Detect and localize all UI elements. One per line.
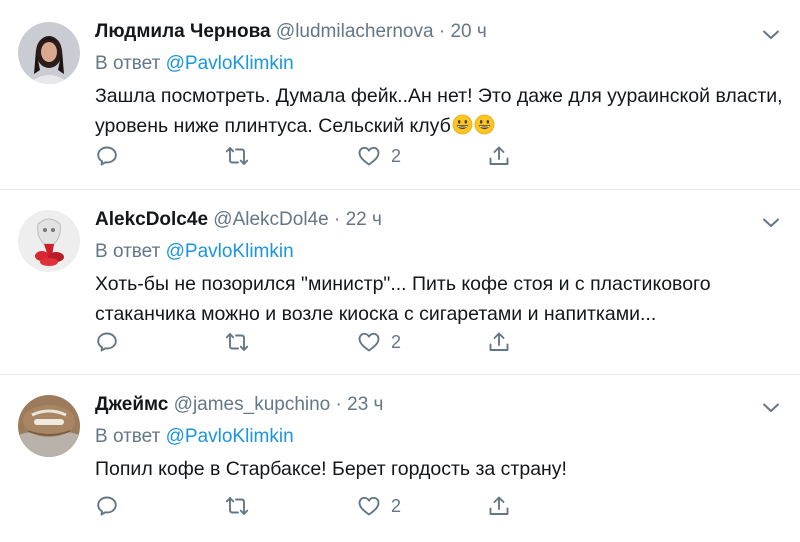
timestamp[interactable]: 23 ч	[347, 394, 383, 415]
retweet-button[interactable]	[225, 493, 249, 519]
reply-button[interactable]	[95, 329, 119, 355]
heart-icon	[357, 330, 381, 354]
tweet-text-content: Попил кофе в Старбаксе! Берет гордость з…	[95, 458, 567, 480]
share-icon	[487, 144, 511, 168]
reply-icon	[95, 494, 119, 518]
mention-link[interactable]: @PavloKlimkin	[166, 241, 294, 262]
reply-prefix: В ответ	[95, 53, 161, 74]
separator: ·	[333, 209, 341, 230]
share-button[interactable]	[487, 329, 511, 355]
share-button[interactable]	[487, 143, 511, 169]
tweet-actions: 2	[95, 143, 525, 169]
share-icon	[487, 330, 511, 354]
retweet-icon	[225, 144, 249, 168]
share-icon	[487, 494, 511, 518]
user-name[interactable]: AlekcDolc4e	[95, 209, 208, 230]
user-handle[interactable]: @AlekcDol4e	[213, 209, 328, 230]
tweet[interactable]: Людмила Чернова @ludmilachernova · 20 ч …	[0, 0, 800, 190]
chevron-down-icon[interactable]	[762, 402, 780, 414]
retweet-icon	[225, 330, 249, 354]
user-name[interactable]: Людмила Чернова	[95, 21, 271, 42]
like-count: 2	[391, 145, 402, 166]
share-button[interactable]	[487, 493, 511, 519]
mention-link[interactable]: @PavloKlimkin	[166, 53, 294, 74]
avatar[interactable]	[18, 210, 80, 272]
like-button[interactable]: 2	[357, 329, 401, 355]
reply-context: В ответ @PavloKlimkin	[95, 241, 294, 263]
like-count: 2	[391, 331, 402, 352]
tweet-text: Зашла посмотреть. Думала фейк..Ан нет! Э…	[95, 81, 785, 141]
tweet-actions: 2	[95, 493, 525, 519]
retweet-button[interactable]	[225, 143, 249, 169]
chevron-down-icon[interactable]	[762, 29, 780, 41]
tweet-header: Джеймс @james_kupchino · 23 ч	[95, 394, 383, 416]
user-handle[interactable]: @ludmilachernova	[276, 21, 434, 42]
reply-context: В ответ @PavloKlimkin	[95, 426, 294, 448]
tweet-text-content: Хоть-бы не позорился "министр"... Пить к…	[95, 273, 711, 325]
tweet-header: Людмила Чернова @ludmilachernova · 20 ч	[95, 21, 487, 43]
avatar[interactable]	[18, 395, 80, 457]
chevron-down-icon[interactable]	[762, 217, 780, 229]
tweet-header: AlekcDolc4e @AlekcDol4e · 22 ч	[95, 209, 382, 231]
grinning-face-emoji	[474, 114, 495, 135]
reply-button[interactable]	[95, 493, 119, 519]
timestamp[interactable]: 22 ч	[346, 209, 382, 230]
reply-prefix: В ответ	[95, 241, 161, 262]
tweet[interactable]: AlekcDolc4e @AlekcDol4e · 22 ч В ответ @…	[0, 190, 800, 375]
user-handle[interactable]: @james_kupchino	[174, 394, 331, 415]
heart-icon	[357, 494, 381, 518]
retweet-button[interactable]	[225, 329, 249, 355]
tweet-text: Хоть-бы не позорился "министр"... Пить к…	[95, 269, 785, 329]
grinning-face-emoji	[452, 114, 473, 135]
reply-button[interactable]	[95, 143, 119, 169]
like-button[interactable]: 2	[357, 493, 401, 519]
tweet-text-content: Зашла посмотреть. Думала фейк..Ан нет! Э…	[95, 85, 783, 137]
like-count: 2	[391, 495, 402, 516]
separator: ·	[335, 394, 342, 415]
separator: ·	[438, 21, 446, 42]
reply-icon	[95, 144, 119, 168]
tweet[interactable]: Джеймс @james_kupchino · 23 ч В ответ @P…	[0, 375, 800, 542]
like-button[interactable]: 2	[357, 143, 401, 169]
mention-link[interactable]: @PavloKlimkin	[166, 426, 294, 447]
user-name[interactable]: Джеймс	[95, 394, 168, 415]
reply-context: В ответ @PavloKlimkin	[95, 53, 294, 75]
tweet-text: Попил кофе в Старбаксе! Берет гордость з…	[95, 454, 785, 484]
avatar[interactable]	[18, 22, 80, 84]
reply-prefix: В ответ	[95, 426, 161, 447]
reply-icon	[95, 330, 119, 354]
heart-icon	[357, 144, 381, 168]
timestamp[interactable]: 20 ч	[450, 21, 486, 42]
tweet-actions: 2	[95, 329, 525, 355]
retweet-icon	[225, 494, 249, 518]
